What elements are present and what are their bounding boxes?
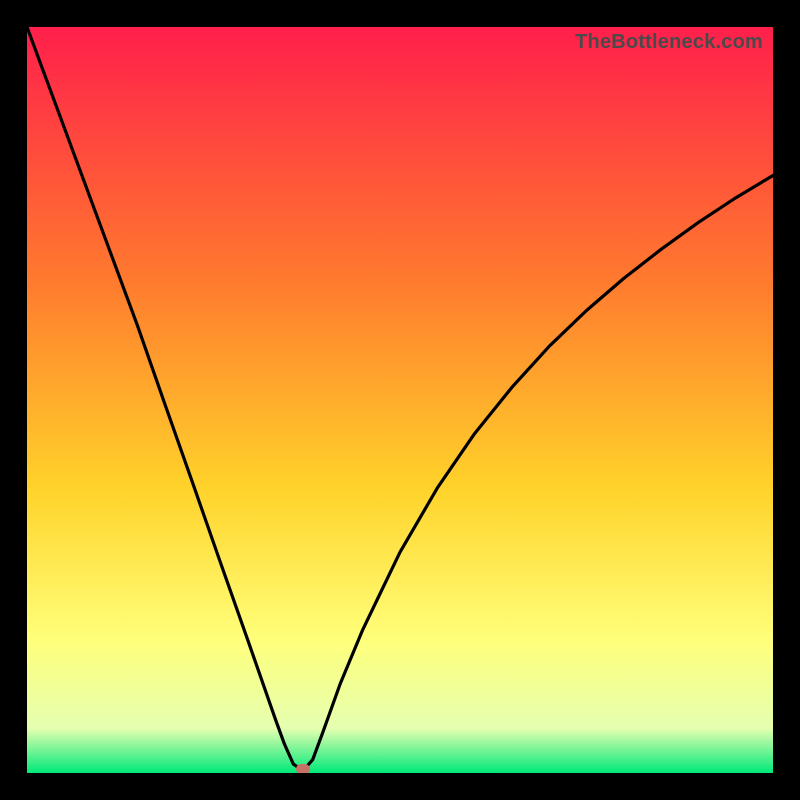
minimum-marker — [296, 764, 310, 773]
chart-frame: TheBottleneck.com — [27, 27, 773, 773]
bottleneck-curve — [27, 27, 773, 773]
watermark-text: TheBottleneck.com — [575, 31, 763, 54]
